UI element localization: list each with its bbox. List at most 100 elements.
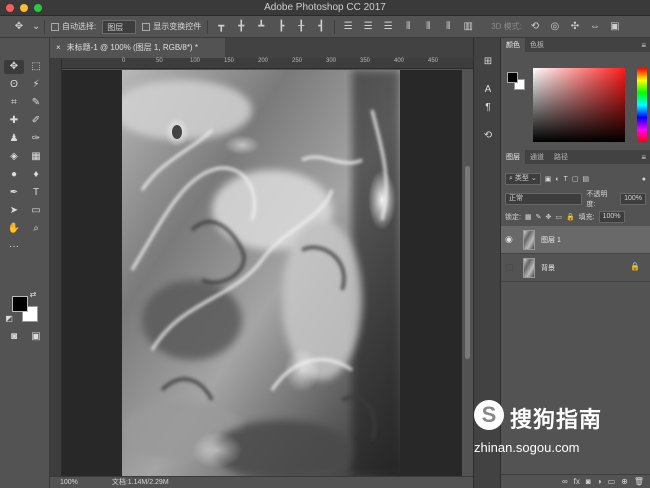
document-canvas[interactable] [122,70,400,476]
distribute-left-icon[interactable]: ⦀ [401,21,415,32]
align-top-icon[interactable]: ┳ [214,21,228,32]
panel-menu-icon[interactable]: ≡ [637,153,650,164]
group-icon[interactable]: ▭ [608,477,616,486]
tab-color[interactable]: 颜色 [501,38,525,52]
adjustment-icon[interactable]: ◑ [597,477,602,486]
gradient-tool-icon[interactable]: ▦ [26,150,46,164]
filter-adjust-icon[interactable]: ◐ [555,176,559,183]
eyedropper-tool-icon[interactable]: ✎ [26,96,46,110]
3d-scale-icon[interactable]: ▣ [608,21,622,32]
libraries-icon[interactable]: ⊞ [480,56,496,70]
panel-foreground-swatch[interactable] [507,72,518,83]
lock-artboard-icon[interactable]: ▭ [555,213,562,221]
character-icon[interactable]: A [480,84,496,98]
scrollbar-thumb[interactable] [465,166,470,359]
filter-pixel-icon[interactable]: ▣ [545,175,552,183]
auto-align-icon[interactable]: ▥ [461,21,475,32]
brush-tool-icon[interactable]: ✐ [26,114,46,128]
panel-menu-icon[interactable]: ≡ [637,41,650,52]
more-tools-icon[interactable]: ··· [4,240,24,254]
default-colors-icon[interactable]: ◩ [4,312,14,326]
divider [334,19,336,34]
hand-tool-icon[interactable]: ✋ [4,222,24,236]
tab-channels[interactable]: 通道 [525,150,549,164]
zoom-tool-icon[interactable]: ⌕ [26,222,46,236]
fx-icon[interactable]: fx [574,477,580,486]
rectangle-tool-icon[interactable]: ▭ [26,204,46,218]
auto-select-checkbox[interactable]: 自动选择: [51,21,96,32]
quick-mask-icon[interactable]: ◙ [4,330,24,344]
3d-slide-icon[interactable]: ⇔ [588,21,602,32]
crop-tool-icon[interactable]: ⌗ [4,96,24,110]
close-tab-icon[interactable]: × [56,43,61,52]
distribute-top-icon[interactable]: ☰ [341,21,355,32]
opacity-input[interactable]: 100% [620,193,646,205]
link-icon[interactable]: ∞ [562,477,568,486]
move-tool-icon[interactable]: ✥ [12,21,26,32]
align-bottom-icon[interactable]: ┻ [254,21,268,32]
filter-smart-icon[interactable]: ▤ [582,175,589,183]
show-transform-label: 显示变换控件 [153,22,202,31]
distribute-vcenter-icon[interactable]: ☰ [361,21,375,32]
screen-mode-icon[interactable]: ▣ [26,330,46,344]
trash-icon[interactable]: 🗑 [634,477,644,486]
distribute-hcenter-icon[interactable]: ⦀ [421,21,435,32]
filter-type-icon[interactable]: T [564,176,568,183]
lock-transparent-icon[interactable]: ▦ [525,213,532,221]
blur-tool-icon[interactable]: ● [4,168,24,182]
new-layer-icon[interactable]: ⊕ [621,477,628,486]
magic-wand-tool-icon[interactable]: ⚡ [26,78,46,92]
mask-icon[interactable]: ◙ [586,477,591,486]
color-picker-field[interactable] [533,68,625,142]
marquee-tool-icon[interactable]: ⬚ [26,60,46,74]
lock-pixels-icon[interactable]: ✎ [536,213,542,221]
fill-input[interactable]: 100% [598,211,625,223]
3d-pan-icon[interactable]: ✣ [568,21,582,32]
eraser-tool-icon[interactable]: ◈ [4,150,24,164]
hue-slider[interactable] [637,68,647,142]
move-tool-icon[interactable]: ✥ [4,60,24,74]
document-tab[interactable]: × 未标题-1 @ 100% (图层 1, RGB/8*) * [50,38,225,58]
filter-shape-icon[interactable]: ▢ [572,175,579,183]
distribute-right-icon[interactable]: ⦀ [441,21,455,32]
zoom-level[interactable]: 100% [60,479,78,486]
history-icon[interactable]: ⟲ [480,130,496,144]
lasso-tool-icon[interactable]: ʘ [4,78,24,92]
lock-all-icon[interactable]: 🔒 [566,213,575,221]
pen-tool-icon[interactable]: ✒ [4,186,24,200]
paragraph-icon[interactable]: ¶ [480,102,496,116]
show-transform-checkbox[interactable]: 显示变换控件 [142,21,201,32]
type-tool-icon[interactable]: T [26,186,46,200]
healing-tool-icon[interactable]: ✚ [4,114,24,128]
lock-position-icon[interactable]: ✥ [545,213,551,221]
history-brush-tool-icon[interactable]: ✑ [26,132,46,146]
auto-select-dropdown[interactable]: 图层 [102,19,137,34]
chevron-down-icon[interactable]: ⌄ [32,21,40,32]
layer-filter-dropdown[interactable]: ⌕ 类型 ⌄ [505,173,541,185]
path-select-tool-icon[interactable]: ➤ [4,204,24,218]
tab-paths[interactable]: 路径 [549,150,573,164]
title-bar: Adobe Photoshop CC 2017 [0,0,650,16]
layer-name[interactable]: 图层 1 [541,235,561,245]
foreground-color-swatch[interactable] [12,296,28,312]
3d-roll-icon[interactable]: ◎ [548,21,562,32]
eye-icon[interactable]: ◉ [505,234,517,245]
lock-fill-row: 锁定: ▦ ✎ ✥ ▭ 🔒 填充: 100% [501,208,650,226]
tab-swatches[interactable]: 色板 [525,38,549,52]
layer-row-layer1[interactable]: ◉ 图层 1 [501,226,650,254]
3d-rotate-icon[interactable]: ⟲ [528,21,542,32]
blend-mode-dropdown[interactable]: 正常 [505,193,583,205]
filter-toggle-icon[interactable]: ● [642,176,646,183]
layer-row-background[interactable]: ▢ 背景 🔒 [501,254,650,282]
align-vcenter-icon[interactable]: ╋ [234,21,248,32]
visibility-toggle[interactable]: ▢ [505,262,517,273]
tab-layers[interactable]: 图层 [501,150,525,164]
distribute-bottom-icon[interactable]: ☰ [381,21,395,32]
align-left-icon[interactable]: ┣ [274,21,288,32]
layer-name[interactable]: 背景 [541,263,555,273]
stamp-tool-icon[interactable]: ♟ [4,132,24,146]
dodge-tool-icon[interactable]: ♦ [26,168,46,182]
align-hcenter-icon[interactable]: ╂ [294,21,308,32]
swap-colors-icon[interactable]: ⇄ [28,288,38,302]
align-right-icon[interactable]: ┫ [314,21,328,32]
